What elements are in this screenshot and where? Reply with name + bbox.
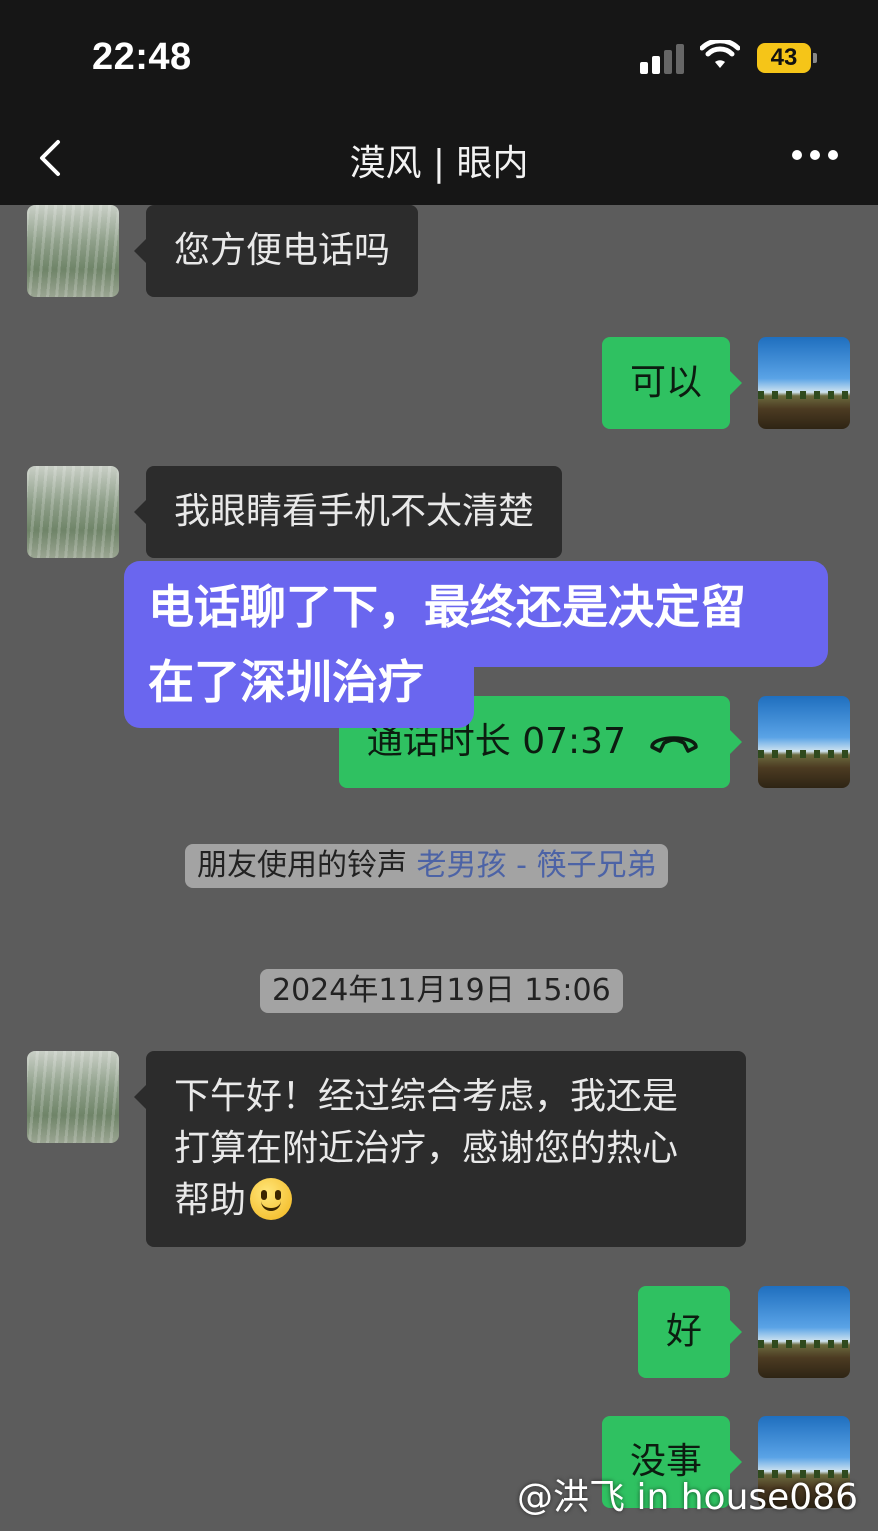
message-bubble-outgoing[interactable]: 可以 — [601, 337, 743, 429]
ringtone-song-link[interactable]: 老男孩 - 筷子兄弟 — [417, 848, 657, 883]
message-bubble-incoming[interactable]: 下午好！经过综合考虑，我还是 打算在附近治疗，感谢您的热心 帮助 — [134, 1051, 746, 1247]
status-time: 22:48 — [92, 36, 192, 78]
caption-overlay-line2-box: 在了深圳治疗 — [124, 640, 474, 728]
message-bubble-outgoing[interactable]: 好 — [637, 1286, 743, 1378]
watermark: @洪飞 in house086 — [517, 1477, 858, 1518]
caption-overlay-line2: 在了深圳治疗 — [148, 655, 424, 709]
caption-overlay-line1: 电话聊了下，最终还是决定留 — [148, 580, 746, 634]
phone-hangup-icon — [650, 736, 698, 753]
message-line: 打算在附近治疗，感谢您的热心 — [174, 1128, 679, 1169]
my-avatar[interactable] — [758, 337, 850, 429]
my-avatar[interactable] — [758, 1286, 850, 1378]
smiley-emoji-icon — [250, 1178, 293, 1220]
chat-screen: 22:48 43 漠风 | 眼内 您方便电话吗 可以 我眼睛看手机不太清楚 通话… — [0, 0, 878, 1531]
my-avatar[interactable] — [758, 696, 850, 788]
battery-icon: 43 — [757, 43, 811, 73]
message-line: 帮助 — [174, 1180, 247, 1221]
chat-header: 漠风 | 眼内 — [0, 110, 878, 205]
ringtone-prefix: 朋友使用的铃声 — [197, 848, 407, 883]
contact-avatar[interactable] — [27, 466, 119, 558]
more-dots-icon[interactable] — [792, 150, 838, 162]
contact-avatar[interactable] — [27, 205, 119, 297]
status-bar: 22:48 43 — [0, 0, 878, 110]
chat-title: 漠风 | 眼内 — [349, 143, 529, 184]
message-bubble-incoming[interactable]: 我眼睛看手机不太清楚 — [133, 466, 563, 558]
signal-icon — [640, 44, 686, 74]
battery-tip — [813, 53, 817, 63]
message-bubble-incoming[interactable]: 您方便电话吗 — [133, 205, 419, 297]
timestamp-label: 2024年11月19日 15:06 — [260, 969, 623, 1013]
message-line: 下午好！经过综合考虑，我还是 — [174, 1076, 679, 1117]
wifi-icon — [700, 40, 740, 68]
contact-avatar[interactable] — [27, 1051, 119, 1143]
ringtone-notice: 朋友使用的铃声 老男孩 - 筷子兄弟 — [185, 844, 669, 888]
